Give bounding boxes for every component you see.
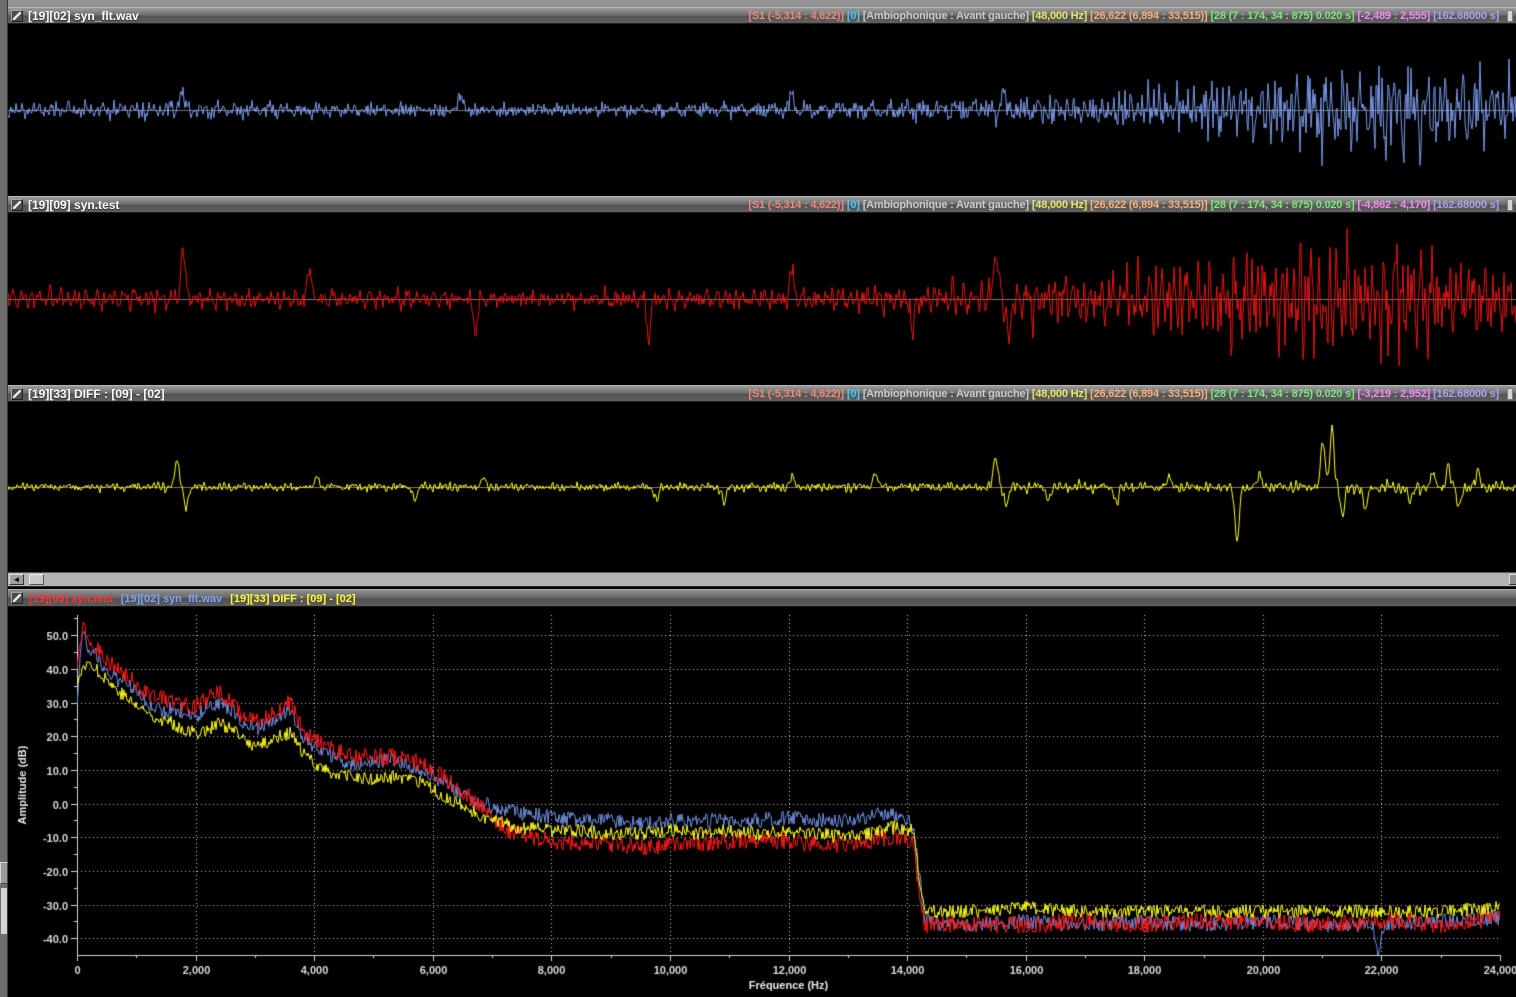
waveform1-status-segments: [S1 (-5,314 : 4,622)] [0][Ambiophonique :… [745,10,1499,22]
titlebar-resize-handle[interactable] [1507,10,1513,22]
status-segment: [-4,862 : 4,170] [1357,199,1430,211]
status-segment: [-2,489 : 2,555] [1357,10,1430,22]
horizontal-scrollbar[interactable]: ◄ [8,572,1516,587]
status-segment: [Ambiophonique : Avant gauche] [863,388,1029,400]
status-segment: [26,622 (6,894 : 33,515)] [1090,388,1207,400]
status-segment: [162.68000 s] [1433,199,1499,211]
scrollbar-thumb[interactable] [29,574,44,585]
status-segment: [28 (7 : 174, 34 : 875) 0.020 s] [1210,199,1354,211]
scroll-left-button[interactable]: ◄ [9,574,24,585]
legend-item[interactable]: [19][02] syn_flt.wav [121,593,222,605]
status-segment: [-3,219 : 2,952] [1357,388,1430,400]
waveform3-title: [19][33] DIFF : [09] - [02] [28,387,165,401]
dock-handle-button[interactable] [0,862,8,884]
legend-item[interactable]: [19][33] DIFF : [09] - [02] [230,593,355,605]
status-segment: [S1 (-5,314 : 4,622)] [748,388,843,400]
status-segment: [S1 (-5,314 : 4,622)] [748,10,843,22]
signal-properties-icon[interactable] [11,10,23,22]
status-segment: [0] [847,388,860,400]
status-segment: [S1 (-5,314 : 4,622)] [748,199,843,211]
status-segment: [Ambiophonique : Avant gauche] [863,199,1029,211]
status-segment: [Ambiophonique : Avant gauche] [863,10,1029,22]
status-segment: [162.68000 s] [1433,388,1499,400]
top-edge-strip [8,0,1516,7]
waveform1-title: [19][02] syn_flt.wav [28,9,139,23]
waveform2-canvas[interactable] [8,213,1516,385]
waveform1-view[interactable] [8,24,1516,196]
waveform3-status-segments: [S1 (-5,314 : 4,622)] [0][Ambiophonique :… [745,388,1499,400]
status-segment: [0] [847,199,860,211]
waveform3-titlebar[interactable]: [19][33] DIFF : [09] - [02] [S1 (-5,314 … [8,385,1516,402]
status-segment: [26,622 (6,894 : 33,515)] [1090,199,1207,211]
legend-item[interactable]: [19][09] syn.test [29,593,113,605]
status-segment: [26,622 (6,894 : 33,515)] [1090,10,1207,22]
waveform2-view[interactable] [8,213,1516,385]
waveform2-title: [19][09] syn.test [28,198,119,212]
signal-properties-icon[interactable] [11,592,23,604]
waveform2-status-segments: [S1 (-5,314 : 4,622)] [0][Ambiophonique :… [745,199,1499,211]
status-segment: [48,000 Hz] [1032,199,1087,211]
waveform2-titlebar[interactable]: [19][09] syn.test [S1 (-5,314 : 4,622)][… [8,196,1516,213]
spectrum-view[interactable] [8,607,1516,997]
signal-properties-icon[interactable] [11,199,23,211]
dock-scroll-segment[interactable] [1,888,7,934]
waveform1-canvas[interactable] [8,24,1516,196]
spectrum-legend-bar[interactable]: [19][09] syn.test [19][02] syn_flt.wav [19… [8,589,1516,607]
status-segment: [28 (7 : 174, 34 : 875) 0.020 s] [1210,10,1354,22]
status-segment: [48,000 Hz] [1032,10,1087,22]
waveform1-titlebar[interactable]: [19][02] syn_flt.wav [S1 (-5,314 : 4,622… [8,7,1516,24]
spectrum-legend-items: [19][09] syn.test [19][02] syn_flt.wav [19… [29,589,364,607]
status-segment: [28 (7 : 174, 34 : 875) 0.020 s] [1210,388,1354,400]
status-segment: [162.68000 s] [1433,10,1499,22]
spectrum-canvas[interactable] [8,607,1516,997]
signal-properties-icon[interactable] [11,388,23,400]
waveform3-canvas[interactable] [8,402,1516,572]
left-dock-strip [0,0,8,997]
status-segment: [0] [847,10,860,22]
scrollbar-right-cap[interactable] [1509,574,1516,585]
titlebar-resize-handle[interactable] [1507,199,1513,211]
titlebar-resize-handle[interactable] [1507,388,1513,400]
waveform3-view[interactable] [8,402,1516,572]
status-segment: [48,000 Hz] [1032,388,1087,400]
audio-analysis-app: [19][02] syn_flt.wav [S1 (-5,314 : 4,622… [0,0,1516,997]
